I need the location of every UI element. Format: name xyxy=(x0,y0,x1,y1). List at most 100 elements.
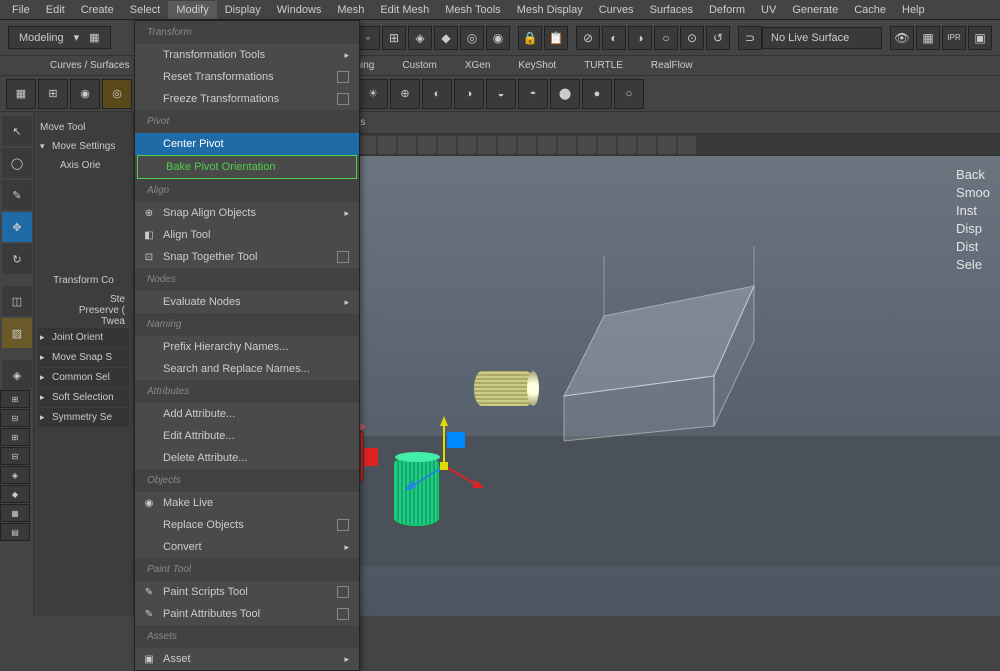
si1[interactable]: ⊞ xyxy=(0,390,30,408)
isolate-icon[interactable]: 👁 xyxy=(890,26,914,50)
menu-item-paint-attributes-tool[interactable]: Paint Attributes Tool✎ xyxy=(135,603,359,625)
menu-item-asset[interactable]: Asset▣ xyxy=(135,648,359,670)
shelf-icon[interactable]: ● xyxy=(582,79,612,109)
shelf-tab[interactable]: Custom xyxy=(392,57,446,74)
snap-view-icon[interactable]: ◎ xyxy=(460,26,484,50)
si2[interactable]: ⊟ xyxy=(0,409,30,427)
shelf-tab[interactable]: KeyShot xyxy=(508,57,566,74)
sym5-icon[interactable]: ⊙ xyxy=(680,26,704,50)
tool-section[interactable]: Symmetry Se xyxy=(38,408,129,427)
menu-item-snap-together-tool[interactable]: Snap Together Tool⊡ xyxy=(135,246,359,268)
sym4-icon[interactable]: ○ xyxy=(654,26,678,50)
magnet-icon[interactable]: ⊃ xyxy=(738,26,762,50)
menu-item-freeze-transformations[interactable]: Freeze Transformations xyxy=(135,88,359,110)
sym2-icon[interactable]: ◐ xyxy=(602,26,626,50)
shelf-icon[interactable]: ⬤ xyxy=(550,79,580,109)
vp-tool-icon[interactable] xyxy=(538,136,556,154)
menu-item-optionbox[interactable] xyxy=(337,586,349,598)
vp-tool-icon[interactable] xyxy=(558,136,576,154)
menu-item-center-pivot[interactable]: Center Pivot xyxy=(135,133,359,155)
move-settings-section[interactable]: Move Settings xyxy=(38,137,129,156)
menu-item-convert[interactable]: Convert xyxy=(135,536,359,558)
vp-tool-icon[interactable] xyxy=(658,136,676,154)
tool-section[interactable]: Joint Orient xyxy=(38,328,129,347)
tool-section[interactable]: Move Snap S xyxy=(38,348,129,367)
menu-mesh[interactable]: Mesh xyxy=(329,1,372,19)
menu-item-add-attribute-[interactable]: Add Attribute... xyxy=(135,403,359,425)
lock-icon[interactable]: 🔒 xyxy=(518,26,542,50)
menu-mesh-tools[interactable]: Mesh Tools xyxy=(437,1,508,19)
vp-tool-icon[interactable] xyxy=(378,136,396,154)
vp-tool-icon[interactable] xyxy=(638,136,656,154)
move-tool-icon[interactable]: ✥ xyxy=(2,212,32,242)
menu-uv[interactable]: UV xyxy=(753,1,784,19)
sym-icon[interactable]: ⊘ xyxy=(576,26,600,50)
shelf-icon[interactable]: ○ xyxy=(614,79,644,109)
si4[interactable]: ⊟ xyxy=(0,447,30,465)
menu-item-paint-scripts-tool[interactable]: Paint Scripts Tool✎ xyxy=(135,581,359,603)
last-tool-icon[interactable]: ▨ xyxy=(2,318,32,348)
menu-item-search-and-replace-names-[interactable]: Search and Replace Names... xyxy=(135,358,359,380)
shelf-tab[interactable]: RealFlow xyxy=(641,57,703,74)
menu-item-optionbox[interactable] xyxy=(337,608,349,620)
menu-edit-mesh[interactable]: Edit Mesh xyxy=(372,1,437,19)
shelf-icon[interactable]: ◑ xyxy=(454,79,484,109)
shelf-icon[interactable]: ◎ xyxy=(102,79,132,109)
shelf-icon[interactable]: ◓ xyxy=(518,79,548,109)
vp-tool-icon[interactable] xyxy=(618,136,636,154)
shelf-icon[interactable]: ▦ xyxy=(6,79,36,109)
si7[interactable]: ▦ xyxy=(0,504,30,522)
menu-file[interactable]: File xyxy=(4,1,38,19)
scale-tool-icon[interactable]: ◫ xyxy=(2,286,32,316)
vp-tool-icon[interactable] xyxy=(478,136,496,154)
menu-item-edit-attribute-[interactable]: Edit Attribute... xyxy=(135,425,359,447)
menu-item-evaluate-nodes[interactable]: Evaluate Nodes xyxy=(135,291,359,313)
vp-tool-icon[interactable] xyxy=(398,136,416,154)
menu-item-optionbox[interactable] xyxy=(337,93,349,105)
menu-item-replace-objects[interactable]: Replace Objects xyxy=(135,514,359,536)
tool-section[interactable]: Common Sel xyxy=(38,368,129,387)
shelf-icon[interactable]: ◒ xyxy=(486,79,516,109)
render-icon[interactable]: ▣ xyxy=(968,26,992,50)
menu-help[interactable]: Help xyxy=(894,1,933,19)
vp-tool-icon[interactable] xyxy=(418,136,436,154)
shelf-tab[interactable]: TURTLE xyxy=(574,57,633,74)
si6[interactable]: ◆ xyxy=(0,485,30,503)
vp-tool-icon[interactable] xyxy=(438,136,456,154)
vp-tool-icon[interactable] xyxy=(518,136,536,154)
select-tool-icon[interactable]: ↖ xyxy=(2,116,32,146)
live-surface-field[interactable]: No Live Surface xyxy=(762,27,882,49)
menu-item-delete-attribute-[interactable]: Delete Attribute... xyxy=(135,447,359,469)
hist-off-icon[interactable]: 📋 xyxy=(544,26,568,50)
vp-tool-icon[interactable] xyxy=(498,136,516,154)
si3[interactable]: ⊞ xyxy=(0,428,30,446)
menu-modify[interactable]: Modify xyxy=(168,1,216,19)
menu-item-make-live[interactable]: Make Live◉ xyxy=(135,492,359,514)
menu-item-snap-align-objects[interactable]: Snap Align Objects⊕ xyxy=(135,202,359,224)
menu-item-align-tool[interactable]: Align Tool◧ xyxy=(135,224,359,246)
menu-item-optionbox[interactable] xyxy=(337,251,349,263)
vp-tool-icon[interactable] xyxy=(678,136,696,154)
hud-icon[interactable]: ▦ xyxy=(916,26,940,50)
sym3-icon[interactable]: ◑ xyxy=(628,26,652,50)
shelf-icon[interactable]: ☀ xyxy=(358,79,388,109)
paint-tool-icon[interactable]: ✎ xyxy=(2,180,32,210)
vp-tool-icon[interactable] xyxy=(578,136,596,154)
menu-deform[interactable]: Deform xyxy=(701,1,753,19)
menu-item-optionbox[interactable] xyxy=(337,519,349,531)
menu-item-optionbox[interactable] xyxy=(337,71,349,83)
workspace-selector[interactable]: Modeling ▾ ▦ xyxy=(8,26,111,49)
soft-tool-icon[interactable]: ◈ xyxy=(2,360,32,390)
menu-edit[interactable]: Edit xyxy=(38,1,73,19)
snap-plane-icon[interactable]: ◈ xyxy=(408,26,432,50)
menu-windows[interactable]: Windows xyxy=(269,1,330,19)
menu-item-transformation-tools[interactable]: Transformation Tools xyxy=(135,44,359,66)
menu-surfaces[interactable]: Surfaces xyxy=(642,1,701,19)
shelf-tab[interactable]: Curves / Surfaces xyxy=(40,57,139,74)
si8[interactable]: ▤ xyxy=(0,523,30,541)
menu-cache[interactable]: Cache xyxy=(846,1,894,19)
vp-tool-icon[interactable] xyxy=(358,136,376,154)
tool-section[interactable]: Soft Selection xyxy=(38,388,129,407)
shelf-icon[interactable]: ⊞ xyxy=(38,79,68,109)
lasso-tool-icon[interactable]: ◯ xyxy=(2,148,32,178)
